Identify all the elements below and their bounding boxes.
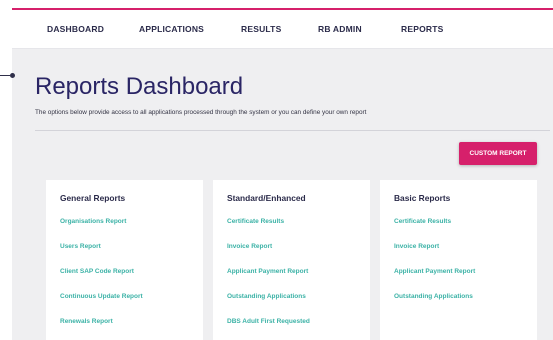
report-link-users[interactable]: Users Report [60,243,101,250]
report-link-certificate-results[interactable]: Certificate Results [394,218,451,225]
nav-results[interactable]: RESULTS [241,24,281,34]
report-link-invoice[interactable]: Invoice Report [394,243,439,250]
report-link-client-sap-code[interactable]: Client SAP Code Report [60,268,134,275]
divider [35,130,550,131]
page-title: Reports Dashboard [35,73,244,100]
card-title: Standard/Enhanced [227,193,306,203]
top-navigation: DASHBOARD APPLICATIONS RESULTS RB ADMIN … [12,10,553,49]
card-standard-enhanced: Standard/Enhanced Certificate Results In… [213,180,370,340]
card-general-reports: General Reports Organisations Report Use… [46,180,203,340]
report-link-organisations[interactable]: Organisations Report [60,218,126,225]
report-link-invoice[interactable]: Invoice Report [227,243,272,250]
report-link-outstanding-applications[interactable]: Outstanding Applications [394,293,473,300]
report-link-dbs-adult-first[interactable]: DBS Adult First Requested [227,318,310,325]
custom-report-button[interactable]: CUSTOM REPORT [459,142,537,165]
report-link-renewals[interactable]: Renewals Report [60,318,113,325]
nav-reports[interactable]: REPORTS [401,24,444,34]
nav-applications[interactable]: APPLICATIONS [139,24,204,34]
nav-rb-admin[interactable]: RB ADMIN [318,24,362,34]
card-basic-reports: Basic Reports Certificate Results Invoic… [380,180,537,340]
report-link-applicant-payment[interactable]: Applicant Payment Report [394,268,475,275]
app-window: DASHBOARD APPLICATIONS RESULTS RB ADMIN … [12,8,553,340]
page-description: The options below provide access to all … [35,109,367,116]
card-title: General Reports [60,193,126,203]
connector-dot [10,73,15,78]
connector-line [0,75,10,76]
report-link-applicant-payment[interactable]: Applicant Payment Report [227,268,308,275]
report-link-outstanding-applications[interactable]: Outstanding Applications [227,293,306,300]
report-link-certificate-results[interactable]: Certificate Results [227,218,284,225]
report-link-continuous-update[interactable]: Continuous Update Report [60,293,143,300]
nav-dashboard[interactable]: DASHBOARD [47,24,104,34]
card-title: Basic Reports [394,193,451,203]
